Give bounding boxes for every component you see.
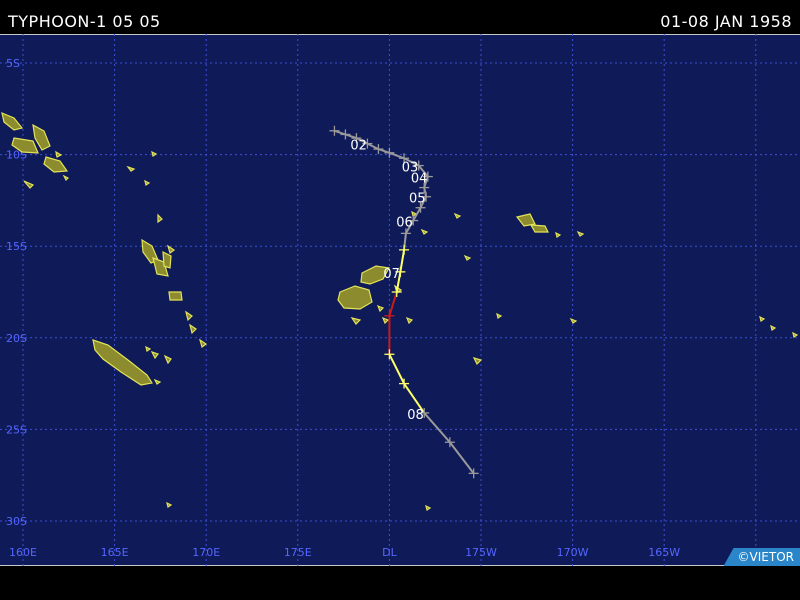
footer-bar [0,566,800,600]
land-small-island [425,504,432,511]
land-samoa [576,230,585,237]
land-fiji-small [381,316,390,325]
land-vanuatu [166,244,176,255]
land-vanuatu [198,338,208,349]
land-small-island [569,317,578,324]
day-label: 06 [396,216,413,231]
track-segment [366,142,379,150]
lon-label: 165W [648,546,680,559]
land-small-island [463,254,472,261]
land-solomon-islands [55,150,63,158]
land-small-island [759,315,766,322]
day-label: 02 [350,139,367,154]
track-point [384,349,395,360]
land-solomon-islands [43,156,69,173]
lat-label: 5S [6,57,20,70]
track-segment [423,412,451,443]
land-small-island [420,228,429,235]
lat-label: 20S [6,332,27,345]
land-small-island [770,324,777,331]
land-small-island [496,312,503,319]
land-small-island [126,165,136,172]
lat-label: 30S [6,515,27,528]
lon-label: DL [382,546,397,559]
track-point [340,129,351,140]
track-point [373,144,384,155]
lon-label: 170E [192,546,220,559]
land-samoa [529,224,549,233]
track-segment [388,291,398,317]
land-fiji-viti-levu [337,285,373,310]
track-point [391,287,402,297]
land-vanuatu [189,323,197,335]
track-point [384,147,395,158]
land-new-caledonia [145,345,152,352]
land-layer [1,112,799,511]
land-new-caledonia [163,354,172,365]
track-segment [449,441,475,474]
land-small-island [166,501,173,508]
day-label: 05 [409,192,426,207]
land-small-island [144,179,151,186]
land-fiji-small [376,304,385,313]
land-vanuatu [168,291,183,301]
land-vanuatu [185,310,193,322]
day-label: 08 [407,408,424,423]
track-map: 5S10S15S20S25S30S160E 165E 170E 175E DL 175W 1… [0,34,800,566]
land-small-island [453,212,462,219]
lon-label: 175E [284,546,312,559]
lon-label: 160E [9,546,37,559]
land-vanuatu [157,213,163,224]
track-segment [389,151,405,160]
land-solomon-islands [1,112,24,131]
land-small-island [792,331,799,338]
credit-badge: ©VIETOR [723,548,800,566]
land-solomon-islands [62,174,70,182]
land-fiji-small [350,317,362,325]
track-point [329,125,340,136]
day-label: 07 [383,267,400,282]
lat-label: 25S [6,423,27,436]
lon-label: 165E [101,546,129,559]
land-vanuatu [162,250,172,269]
land-samoa [515,213,536,227]
land-small-island [151,150,158,157]
lat-label: 15S [6,240,27,253]
land-solomon-islands [23,180,35,189]
land-new-caledonia [153,378,162,385]
land-new-caledonia [92,339,153,386]
land-fiji-small [405,316,414,325]
lon-label: 170W [557,546,589,559]
land-small-island [472,357,483,366]
day-label: 04 [411,172,428,187]
land-samoa [555,231,562,238]
land-new-caledonia [150,350,159,360]
track-segment [388,353,405,385]
grid-layer: 5S10S15S20S25S30S160E 165E 170E 175E DL 175W 1… [0,34,800,566]
lon-label: 175W [465,546,497,559]
